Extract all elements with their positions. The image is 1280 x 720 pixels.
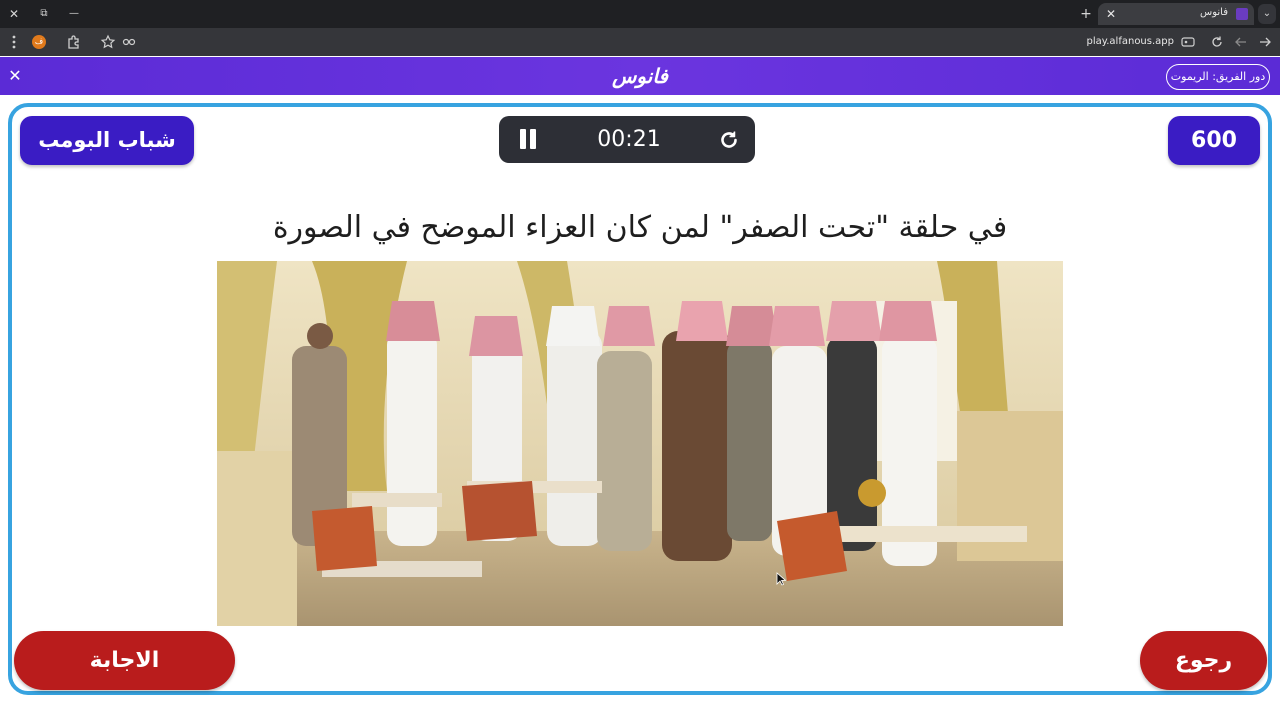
- forward-icon[interactable]: [1255, 32, 1275, 52]
- site-logo: فانوس: [612, 64, 668, 88]
- timer-bar: 00:21: [499, 116, 755, 163]
- browser-tab-strip: ✕ ⧉ — + ✕ فانوس ⌄: [0, 0, 1280, 28]
- tab-close-icon[interactable]: ✕: [1102, 4, 1120, 24]
- window-close-icon[interactable]: ✕: [4, 4, 24, 24]
- tab-search-icon[interactable]: ⌄: [1258, 4, 1276, 24]
- favicon-icon: [1236, 8, 1248, 20]
- app-root: ✕ ⧉ — + ✕ فانوس ⌄ ف play.alfanous.app ✕ …: [0, 0, 1280, 720]
- question-image: [217, 261, 1063, 626]
- team-name-badge: شباب البومب: [20, 116, 194, 165]
- new-tab-button[interactable]: +: [1078, 4, 1094, 24]
- reading-mode-icon[interactable]: [119, 32, 139, 52]
- site-settings-icon[interactable]: [1178, 32, 1198, 52]
- tab-title: فانوس: [1200, 7, 1228, 18]
- back-icon[interactable]: [1231, 32, 1251, 52]
- pause-icon[interactable]: [519, 129, 537, 149]
- window-restore-icon[interactable]: ⧉: [34, 4, 54, 24]
- timer-value: 00:21: [597, 127, 661, 152]
- mouse-cursor-icon: [776, 571, 787, 586]
- close-icon[interactable]: ✕: [6, 66, 24, 86]
- restart-icon[interactable]: [717, 128, 741, 152]
- menu-dots-icon[interactable]: [4, 32, 24, 52]
- question-text: في حلقة "تحت الصفر" لمن كان العزاء الموض…: [272, 210, 1008, 245]
- reload-icon[interactable]: [1207, 32, 1227, 52]
- extension-badge-icon[interactable]: ف: [32, 35, 46, 49]
- browser-tab[interactable]: ✕ فانوس: [1098, 3, 1254, 25]
- url-text[interactable]: play.alfanous.app: [1087, 36, 1175, 47]
- question-points-badge: 600: [1168, 116, 1260, 165]
- team-turn-badge: دور الفريق: الريموت: [1166, 64, 1270, 90]
- window-minimize-icon[interactable]: —: [64, 4, 84, 24]
- puzzle-icon[interactable]: [64, 32, 84, 52]
- scene-illustration: [217, 261, 1063, 626]
- back-button[interactable]: رجوع: [1140, 631, 1267, 690]
- star-icon[interactable]: [98, 32, 118, 52]
- answer-button[interactable]: الاجابة: [14, 631, 235, 690]
